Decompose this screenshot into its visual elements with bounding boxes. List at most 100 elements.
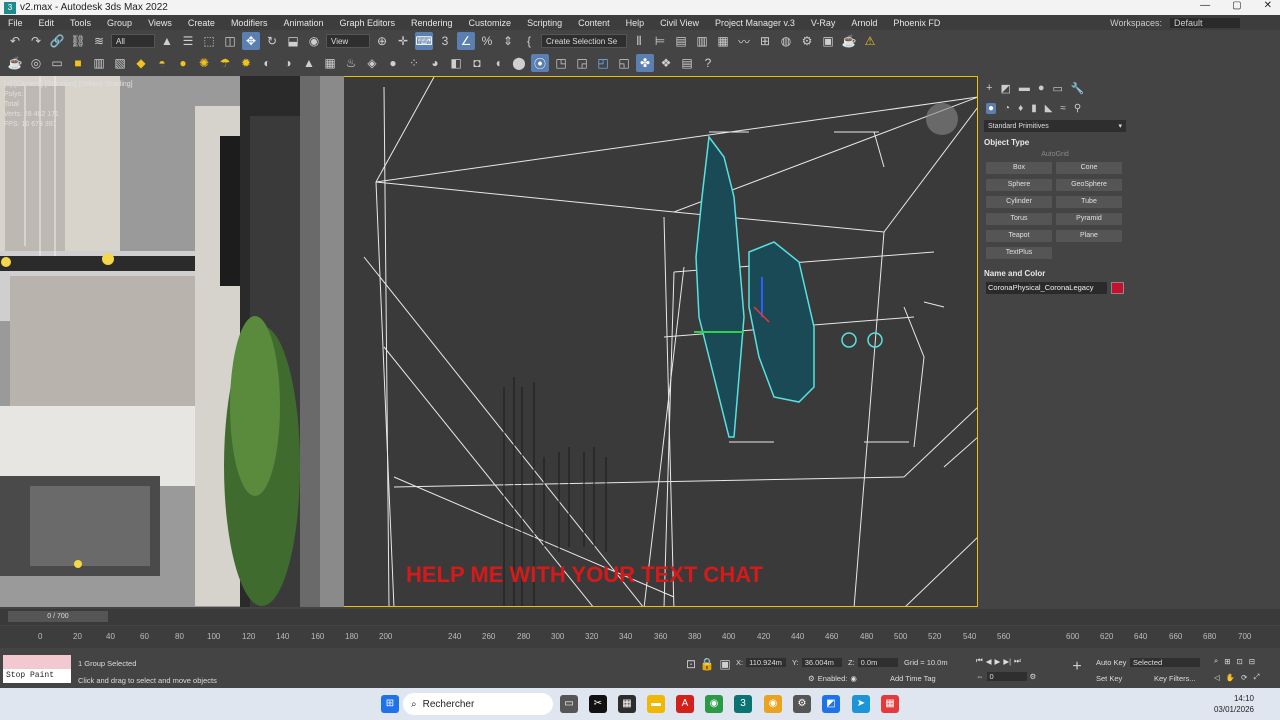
lut-icon[interactable]: ◧ xyxy=(447,54,465,72)
pivot-center-icon[interactable]: ⊕ xyxy=(373,32,391,50)
schematic-view-icon[interactable]: ⊞ xyxy=(756,32,774,50)
zoom-all-icon[interactable]: ⊞ xyxy=(1224,657,1230,666)
frame-buffer-icon[interactable]: ▭ xyxy=(48,54,66,72)
vray-render-icon[interactable]: ◎ xyxy=(27,54,45,72)
zoom-extents-icon[interactable]: ⊡ xyxy=(1237,657,1243,666)
corona-decal-icon[interactable]: ◈ xyxy=(363,54,381,72)
viewport-label[interactable]: [+] [Camera] [Standard] [Default Shading… xyxy=(4,80,133,130)
next-frame-icon[interactable]: ▶| xyxy=(1003,657,1011,666)
menu-help[interactable]: Help xyxy=(618,18,653,28)
menu-tools[interactable]: Tools xyxy=(62,18,99,28)
time-config-icon[interactable]: ⚙ xyxy=(1030,672,1037,681)
go-to-start-icon[interactable]: ⏮ xyxy=(976,656,983,666)
menu-scripting[interactable]: Scripting xyxy=(519,18,570,28)
current-frame-field[interactable]: 0 xyxy=(986,672,1027,681)
select-scale-icon[interactable]: ⬓ xyxy=(284,32,302,50)
time-slider-thumb[interactable]: 0 / 700 xyxy=(8,611,108,622)
manipulate-icon[interactable]: ✛ xyxy=(394,32,412,50)
chaos-cosmos-icon[interactable]: ◖ xyxy=(489,54,507,72)
windows-start-icon[interactable]: ⊞ xyxy=(381,695,399,713)
go-to-end-icon[interactable]: ⏭ xyxy=(1014,656,1021,666)
arnold-sky-icon[interactable]: ◲ xyxy=(573,54,591,72)
enabled-toggle[interactable]: ◉ xyxy=(850,674,857,683)
sun-icon[interactable]: ✺ xyxy=(195,54,213,72)
ies-light-icon[interactable]: ☂ xyxy=(216,54,234,72)
menu-civil-view[interactable]: Civil View xyxy=(652,18,707,28)
utilities-tab-icon[interactable]: 🔧 xyxy=(1071,82,1085,95)
name-and-color-rollout[interactable]: Name and Color xyxy=(984,269,1126,278)
render-setup-icon[interactable]: ⚙ xyxy=(798,32,816,50)
geometry-icon[interactable]: ● xyxy=(986,103,997,114)
select-by-name-icon[interactable]: ☰ xyxy=(179,32,197,50)
arnold-icon[interactable]: ⬤ xyxy=(510,54,528,72)
undo-icon[interactable]: ↶ xyxy=(6,32,24,50)
minimize-button[interactable]: — xyxy=(1200,0,1210,11)
maxscript-mini-listener[interactable]: Stop Paint xyxy=(3,669,71,683)
previous-frame-icon[interactable]: ◀ xyxy=(986,657,992,666)
lock-icon[interactable]: 🔒 xyxy=(698,655,716,673)
menu-create[interactable]: Create xyxy=(180,18,223,28)
maximize-viewport-icon[interactable]: ⤢ xyxy=(1253,672,1259,682)
ambient-light-icon[interactable]: ✹ xyxy=(237,54,255,72)
warning-icon[interactable]: ⚠ xyxy=(861,32,879,50)
shapes-icon[interactable]: ◔ xyxy=(1004,103,1010,114)
redo-icon[interactable]: ↷ xyxy=(27,32,45,50)
particles-icon[interactable]: ⁘ xyxy=(405,54,423,72)
menu-animation[interactable]: Animation xyxy=(275,18,331,28)
corona-material-icon[interactable]: ◑ xyxy=(279,54,297,72)
telegram-icon[interactable]: ➤ xyxy=(852,695,870,713)
object-type-rollout[interactable]: Object Type xyxy=(984,138,1126,147)
rendered-frame-icon[interactable]: ▣ xyxy=(819,32,837,50)
phoenix-liquid-icon[interactable]: ❖ xyxy=(657,54,675,72)
volume-icon[interactable]: ◕ xyxy=(426,54,444,72)
phoenix-fire-icon[interactable]: ✤ xyxy=(636,54,654,72)
object-color-swatch[interactable] xyxy=(1111,282,1124,294)
task-view-icon[interactable]: ▭ xyxy=(560,695,578,713)
cylinder-button[interactable]: Cylinder xyxy=(986,196,1052,208)
menu-project-manager[interactable]: Project Manager v.3 xyxy=(707,18,803,28)
plane-button[interactable]: Plane xyxy=(1056,230,1122,242)
help-icon[interactable]: ? xyxy=(699,54,717,72)
pyramid-button[interactable]: Pyramid xyxy=(1056,213,1122,225)
object-name-field[interactable]: CoronaPhysical_CoronaLegacy xyxy=(986,282,1107,294)
sphere-button[interactable]: Sphere xyxy=(986,179,1052,191)
place-icon[interactable]: ◉ xyxy=(305,32,323,50)
selection-filter-dropdown[interactable]: All xyxy=(111,34,155,48)
vray-proxy-icon[interactable]: ▧ xyxy=(111,54,129,72)
menu-modifiers[interactable]: Modifiers xyxy=(223,18,276,28)
autogrid-checkbox[interactable]: AutoGrid xyxy=(980,151,1130,158)
workspaces-dropdown[interactable]: Default xyxy=(1170,17,1240,28)
teapot-button[interactable]: Teapot xyxy=(986,230,1052,242)
create-tab-icon[interactable]: + xyxy=(986,82,992,95)
percent-snap-icon[interactable]: % xyxy=(478,32,496,50)
auto-key-button[interactable]: Auto Key xyxy=(1096,658,1126,667)
taskbar-search[interactable]: ⌕ Rechercher xyxy=(403,693,553,715)
time-slider[interactable]: 0 / 700 xyxy=(0,609,1280,625)
sphere-icon[interactable]: ● xyxy=(384,54,402,72)
window-crossing-icon[interactable]: ◫ xyxy=(221,32,239,50)
align-icon[interactable]: ⊨ xyxy=(651,32,669,50)
menu-customize[interactable]: Customize xyxy=(461,18,520,28)
modify-tab-icon[interactable]: ◩ xyxy=(1000,82,1010,95)
arnold-volume-icon[interactable]: ◰ xyxy=(594,54,612,72)
orbit-icon[interactable]: ⟳ xyxy=(1241,673,1247,682)
render-icon[interactable]: ☕ xyxy=(840,32,858,50)
zoom-icon[interactable]: ⌕ xyxy=(1214,656,1218,666)
curve-editor-icon[interactable]: 〰 xyxy=(735,32,753,50)
corona-scatter-icon[interactable]: ▦ xyxy=(321,54,339,72)
menu-phoenix-fd[interactable]: Phoenix FD xyxy=(885,18,948,28)
toggle-scene-explorer-icon[interactable]: ▤ xyxy=(672,32,690,50)
select-rotate-icon[interactable]: ↻ xyxy=(263,32,281,50)
material-editor-icon[interactable]: ◍ xyxy=(777,32,795,50)
chrome-profile-icon[interactable]: ◉ xyxy=(764,695,782,713)
gear-icon[interactable]: ⚙ xyxy=(808,674,815,683)
textplus-button[interactable]: TextPlus xyxy=(986,247,1052,259)
arnold-render-icon[interactable]: ⦿ xyxy=(531,54,549,72)
phoenix-source-icon[interactable]: ▤ xyxy=(678,54,696,72)
toggle-layer-explorer-icon[interactable]: ▥ xyxy=(693,32,711,50)
menu-views[interactable]: Views xyxy=(140,18,180,28)
maxscript-listener[interactable] xyxy=(3,655,71,669)
space-warps-icon[interactable]: ≈ xyxy=(1060,103,1066,114)
corona-render-icon[interactable]: ◐ xyxy=(258,54,276,72)
selection-set-dropdown[interactable]: Create Selection Se xyxy=(541,34,627,48)
